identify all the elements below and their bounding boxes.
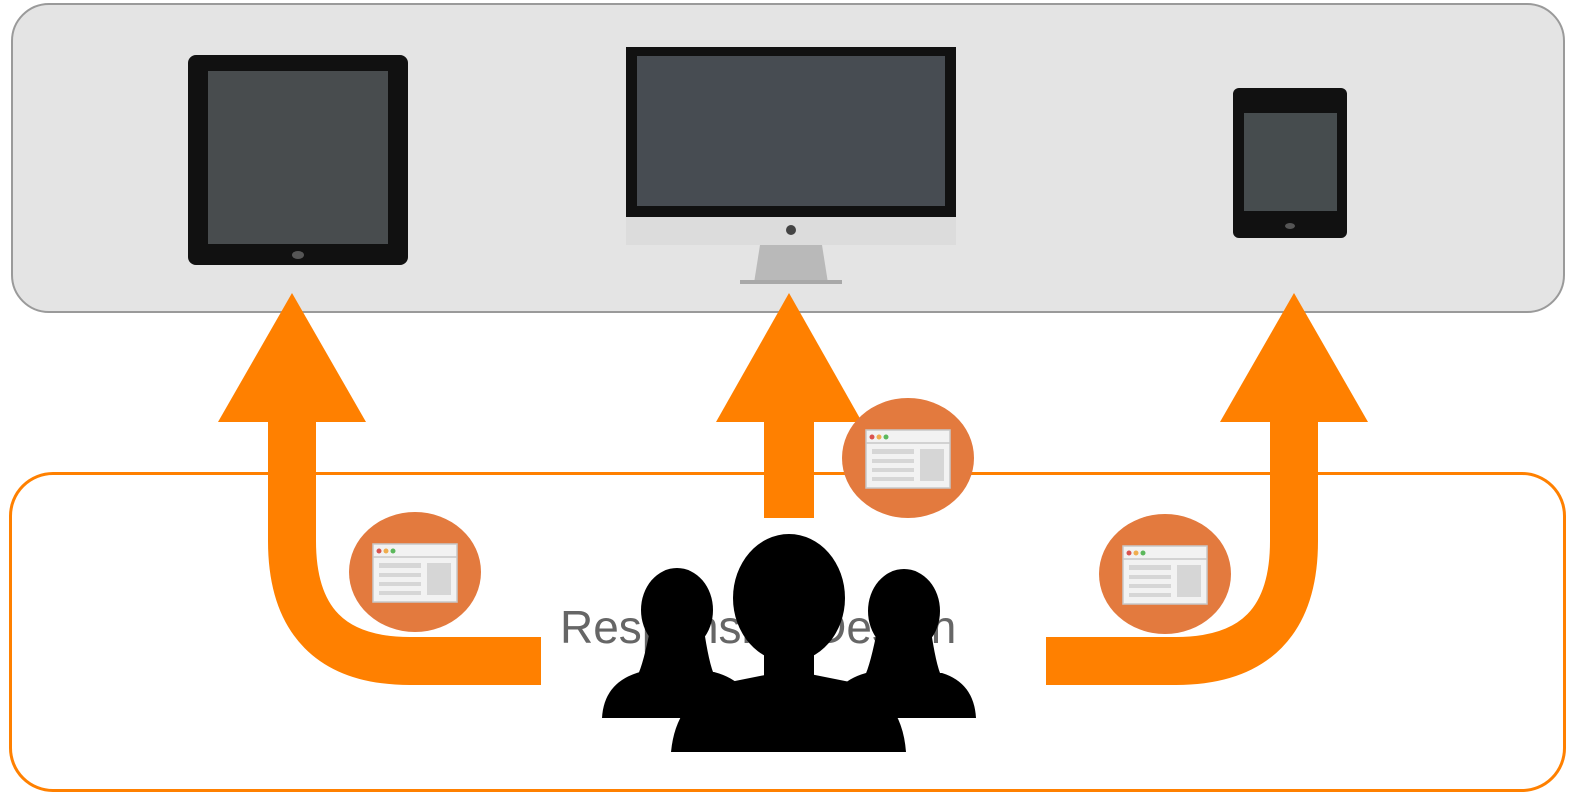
responsive-design-diagram: Responsive Design <box>0 0 1582 801</box>
diagram-artwork <box>188 47 1368 685</box>
diagram-caption: Responsive Design <box>560 601 957 653</box>
up-arrow-icon <box>716 293 862 518</box>
desktop-monitor-icon <box>626 47 956 284</box>
web-page-icon <box>842 398 974 518</box>
web-page-icon <box>349 512 481 632</box>
tablet-icon <box>188 55 408 265</box>
small-tablet-icon <box>1233 88 1347 238</box>
web-page-icon <box>1099 514 1231 634</box>
